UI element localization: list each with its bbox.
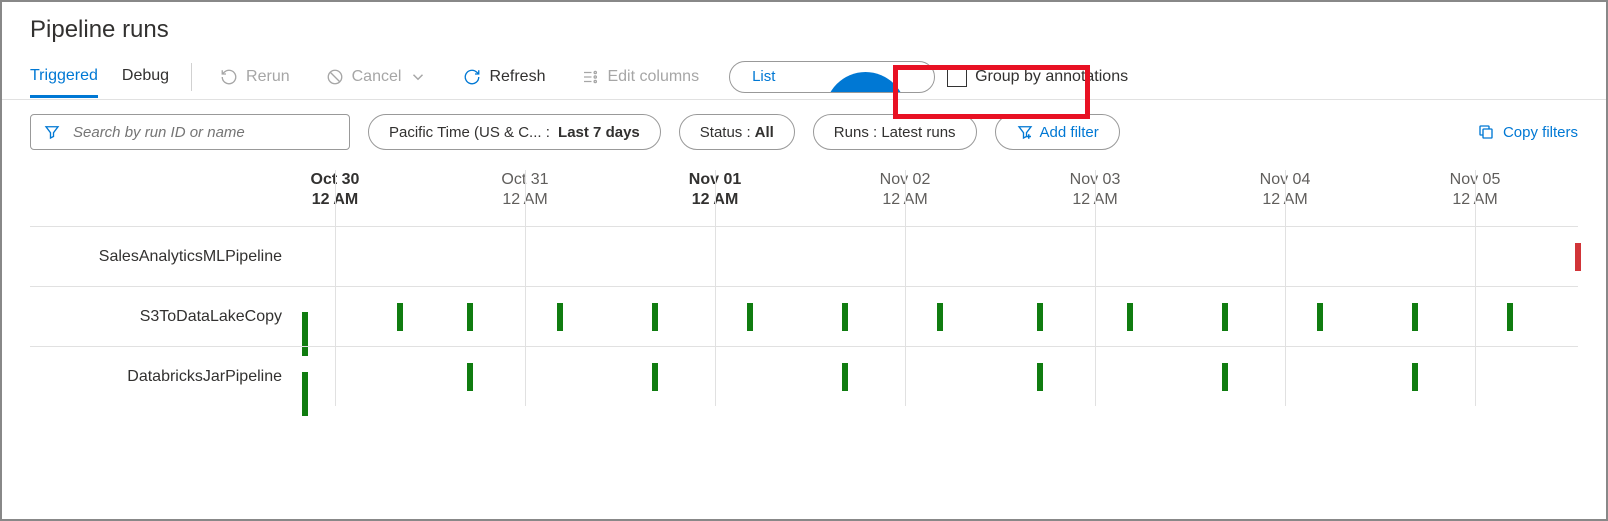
add-filter-icon xyxy=(1016,123,1034,141)
gantt-row: DatabricksJarPipeline xyxy=(30,346,1578,406)
refresh-label: Refresh xyxy=(489,68,545,86)
gantt-body: SalesAnalyticsMLPipelineS3ToDataLakeCopy… xyxy=(30,226,1578,406)
edit-columns-button[interactable]: Edit columns xyxy=(575,62,705,92)
run-tick[interactable] xyxy=(1412,303,1418,331)
run-tick[interactable] xyxy=(1507,303,1513,331)
view-toggle-gantt[interactable]: Gantt xyxy=(825,72,906,93)
gantt-row-label[interactable]: SalesAnalyticsMLPipeline xyxy=(30,227,300,286)
columns-icon xyxy=(581,68,599,86)
page-title: Pipeline runs xyxy=(2,2,1606,50)
filter-timerange[interactable]: Pacific Time (US & C... : Last 7 days xyxy=(368,114,661,150)
run-tick[interactable] xyxy=(937,303,943,331)
run-tick[interactable] xyxy=(1127,303,1133,331)
search-field[interactable] xyxy=(71,123,337,142)
filter-timezone-label: Pacific Time (US & C... xyxy=(389,124,542,141)
separator xyxy=(191,63,192,91)
edit-columns-label: Edit columns xyxy=(607,68,699,86)
copy-filters-button[interactable]: Copy filters xyxy=(1477,123,1578,141)
run-tick[interactable] xyxy=(397,303,403,331)
run-tick[interactable] xyxy=(1037,303,1043,331)
run-tick[interactable] xyxy=(1222,363,1228,391)
run-tick[interactable] xyxy=(467,363,473,391)
filter-status-label: Status : xyxy=(700,124,751,141)
rerun-button[interactable]: Rerun xyxy=(214,62,296,92)
refresh-button[interactable]: Refresh xyxy=(457,62,551,92)
gantt-row-label[interactable]: DatabricksJarPipeline xyxy=(30,347,300,406)
filter-runs-label: Runs : xyxy=(834,124,877,141)
refresh-icon xyxy=(463,68,481,86)
run-tick[interactable] xyxy=(652,363,658,391)
run-tick[interactable] xyxy=(842,363,848,391)
run-tick[interactable] xyxy=(302,372,308,416)
run-tick[interactable] xyxy=(1222,303,1228,331)
add-filter-button[interactable]: Add filter xyxy=(995,114,1120,150)
filter-timerange-value: Last 7 days xyxy=(558,124,640,141)
tab-triggered[interactable]: Triggered xyxy=(30,57,98,98)
gantt-row: SalesAnalyticsMLPipeline xyxy=(30,226,1578,286)
run-tick[interactable] xyxy=(467,303,473,331)
cancel-label: Cancel xyxy=(352,68,402,86)
copy-filters-label: Copy filters xyxy=(1503,124,1578,141)
filter-bar: Pacific Time (US & C... : Last 7 days St… xyxy=(2,100,1606,160)
view-toggle-list[interactable]: List xyxy=(730,62,797,92)
filter-status-value: All xyxy=(755,124,774,141)
copy-icon xyxy=(1477,123,1495,141)
rerun-icon xyxy=(220,68,238,86)
run-tick[interactable] xyxy=(747,303,753,331)
gantt-row: S3ToDataLakeCopy xyxy=(30,286,1578,346)
filter-icon xyxy=(43,123,61,141)
add-filter-label: Add filter xyxy=(1040,124,1099,141)
run-tick[interactable] xyxy=(1317,303,1323,331)
gantt-row-label[interactable]: S3ToDataLakeCopy xyxy=(30,287,300,346)
filter-runs[interactable]: Runs : Latest runs xyxy=(813,114,977,150)
run-tick[interactable] xyxy=(1412,363,1418,391)
filter-status[interactable]: Status : All xyxy=(679,114,795,150)
view-toggle: List Gantt xyxy=(729,61,935,93)
chevron-down-icon xyxy=(409,68,427,86)
gantt-chart: Oct 3012 AMOct 3112 AMNov 0112 AMNov 021… xyxy=(30,170,1578,470)
run-tick[interactable] xyxy=(842,303,848,331)
group-by-annotations[interactable]: Group by annotations xyxy=(947,67,1128,87)
rerun-label: Rerun xyxy=(246,68,290,86)
search-input[interactable] xyxy=(30,114,350,150)
gantt-header: Oct 3012 AMOct 3112 AMNov 0112 AMNov 021… xyxy=(30,170,1578,226)
run-tick[interactable] xyxy=(557,303,563,331)
tabs: Triggered Debug xyxy=(30,57,169,97)
run-tick[interactable] xyxy=(1575,243,1581,271)
filter-runs-value: Latest runs xyxy=(881,124,955,141)
checkbox-icon[interactable] xyxy=(947,67,967,87)
cancel-button[interactable]: Cancel xyxy=(320,62,434,92)
run-tick[interactable] xyxy=(652,303,658,331)
run-tick[interactable] xyxy=(1037,363,1043,391)
tab-debug[interactable]: Debug xyxy=(122,57,169,97)
cancel-icon xyxy=(326,68,344,86)
toolbar: Triggered Debug Rerun Cancel Refresh Edi… xyxy=(2,50,1606,100)
group-by-label: Group by annotations xyxy=(975,68,1128,86)
